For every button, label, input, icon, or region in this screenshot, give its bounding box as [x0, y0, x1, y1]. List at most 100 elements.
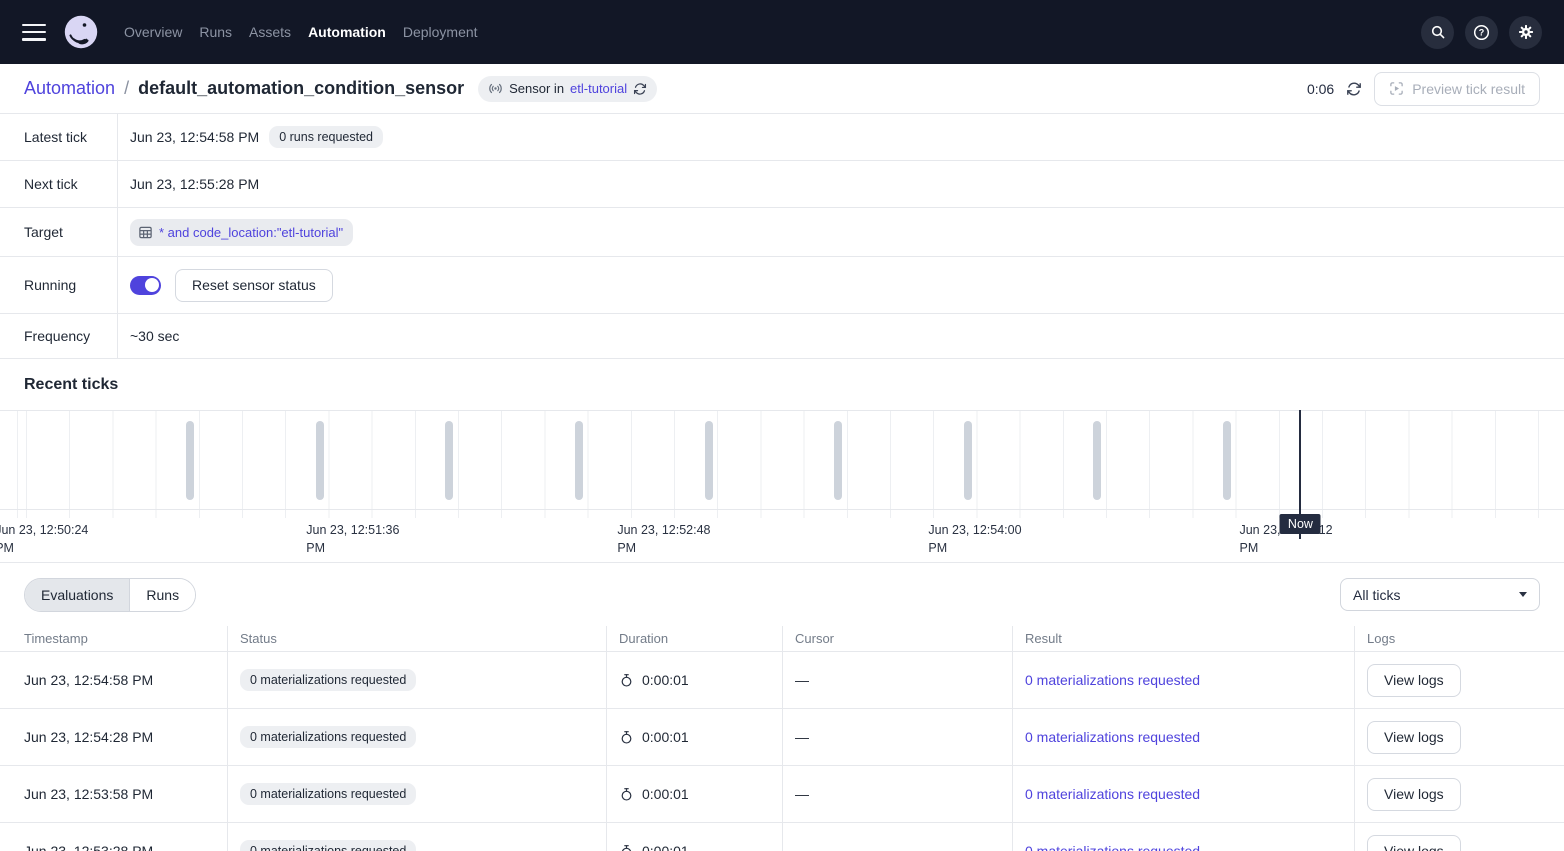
- code-location-link[interactable]: etl-tutorial: [570, 81, 627, 96]
- status-badge: 0 materializations requested: [240, 669, 416, 691]
- tick-filter-value: All ticks: [1353, 587, 1400, 603]
- breadcrumb-automation-link[interactable]: Automation: [24, 78, 115, 99]
- svg-text:?: ?: [1479, 27, 1485, 37]
- tick-bar[interactable]: [1093, 421, 1101, 500]
- tick-bar[interactable]: [445, 421, 453, 500]
- cursor-value: —: [795, 786, 809, 802]
- status-badge: 0 materializations requested: [240, 783, 416, 805]
- timeline-axis-ticks: [0, 510, 1564, 518]
- duration-value: 0:00:01: [642, 843, 689, 851]
- col-result: Result: [1013, 626, 1355, 651]
- reset-sensor-status-button[interactable]: Reset sensor status: [175, 269, 333, 302]
- latest-tick-label: Latest tick: [0, 114, 118, 160]
- asset-selection-pill[interactable]: * and code_location:"etl-tutorial": [130, 219, 353, 246]
- view-logs-button[interactable]: View logs: [1367, 778, 1461, 811]
- help-button[interactable]: ?: [1465, 16, 1498, 49]
- table-header-row: Timestamp Status Duration Cursor Result …: [0, 626, 1564, 652]
- search-button[interactable]: [1421, 16, 1454, 49]
- preview-button-label: Preview tick result: [1412, 81, 1525, 97]
- axis-label: Jun 23, 12:52:48 PM: [617, 521, 729, 557]
- target-label: Target: [0, 208, 118, 256]
- top-nav: Overview Runs Assets Automation Deployme…: [0, 0, 1564, 64]
- result-link[interactable]: 0 materializations requested: [1025, 729, 1200, 745]
- cell-timestamp: Jun 23, 12:53:58 PM: [0, 766, 228, 822]
- primary-nav: Overview Runs Assets Automation Deployme…: [124, 0, 478, 64]
- nav-assets[interactable]: Assets: [249, 0, 291, 64]
- col-cursor: Cursor: [783, 626, 1013, 651]
- target-row: Target * and code_location:"etl-tutorial…: [0, 208, 1564, 257]
- cursor-value: —: [795, 729, 809, 745]
- results-toolbar: Evaluations Runs All ticks: [0, 563, 1564, 626]
- frequency-label: Frequency: [0, 314, 118, 358]
- next-tick-row: Next tick Jun 23, 12:55:28 PM: [0, 161, 1564, 208]
- breadcrumb-separator: /: [124, 78, 129, 99]
- tab-runs[interactable]: Runs: [129, 579, 195, 611]
- breadcrumb-bar: Automation / default_automation_conditio…: [0, 64, 1564, 113]
- refresh-icon[interactable]: [633, 82, 647, 96]
- view-logs-button[interactable]: View logs: [1367, 835, 1461, 851]
- frequency-value: ~30 sec: [130, 328, 179, 344]
- dagster-logo[interactable]: [64, 15, 98, 49]
- refresh-icon[interactable]: [1346, 81, 1362, 97]
- col-duration: Duration: [607, 626, 783, 651]
- duration-value: 0:00:01: [642, 672, 689, 688]
- cursor-value: —: [795, 672, 809, 688]
- col-logs: Logs: [1355, 626, 1564, 651]
- gear-icon: [1518, 24, 1534, 40]
- nav-overview[interactable]: Overview: [124, 0, 182, 64]
- table-row: Jun 23, 12:54:58 PM 0 materializations r…: [0, 652, 1564, 709]
- timeline-plot-area: [0, 410, 1564, 510]
- cell-timestamp: Jun 23, 12:53:28 PM: [0, 823, 228, 851]
- now-badge: Now: [1280, 514, 1321, 534]
- result-link[interactable]: 0 materializations requested: [1025, 786, 1200, 802]
- stopwatch-icon: [619, 730, 634, 745]
- search-icon: [1430, 24, 1446, 40]
- cursor-value: —: [795, 843, 809, 851]
- status-badge: 0 materializations requested: [240, 726, 416, 748]
- settings-button[interactable]: [1509, 16, 1542, 49]
- tab-evaluations[interactable]: Evaluations: [25, 579, 129, 611]
- running-row: Running Reset sensor status: [0, 257, 1564, 314]
- latest-tick-row: Latest tick Jun 23, 12:54:58 PM 0 runs r…: [0, 114, 1564, 161]
- tick-bar[interactable]: [1223, 421, 1231, 500]
- runs-requested-badge: 0 runs requested: [269, 126, 383, 148]
- recent-ticks-heading: Recent ticks: [0, 359, 1564, 410]
- tick-bar[interactable]: [316, 421, 324, 500]
- next-tick-value: Jun 23, 12:55:28 PM: [130, 176, 259, 192]
- table-row: Jun 23, 12:53:28 PM 0 materializations r…: [0, 823, 1564, 851]
- stopwatch-icon: [619, 787, 634, 802]
- view-logs-button[interactable]: View logs: [1367, 721, 1461, 754]
- tick-bar[interactable]: [575, 421, 583, 500]
- cell-timestamp: Jun 23, 12:54:28 PM: [0, 709, 228, 765]
- evaluations-runs-segmented-control: Evaluations Runs: [24, 578, 196, 612]
- help-icon: ?: [1473, 24, 1490, 41]
- result-link[interactable]: 0 materializations requested: [1025, 672, 1200, 688]
- nav-deployment[interactable]: Deployment: [403, 0, 478, 64]
- tick-bar[interactable]: [186, 421, 194, 500]
- table-row: Jun 23, 12:54:28 PM 0 materializations r…: [0, 709, 1564, 766]
- asset-selection-icon: [138, 225, 153, 240]
- nav-automation[interactable]: Automation: [308, 0, 386, 64]
- status-badge: 0 materializations requested: [240, 840, 416, 851]
- tick-timeline: Jun 23, 12:50:24 PMJun 23, 12:51:36 PMJu…: [0, 410, 1564, 563]
- view-logs-button[interactable]: View logs: [1367, 664, 1461, 697]
- menu-icon[interactable]: [22, 24, 46, 41]
- asset-selection-query: * and code_location:"etl-tutorial": [159, 225, 343, 240]
- tick-filter-dropdown[interactable]: All ticks: [1340, 578, 1540, 611]
- result-link[interactable]: 0 materializations requested: [1025, 843, 1200, 851]
- sensor-icon: [488, 81, 503, 96]
- chevron-down-icon: [1519, 592, 1527, 597]
- next-tick-label: Next tick: [0, 161, 118, 207]
- tick-bar[interactable]: [964, 421, 972, 500]
- preview-tick-result-button[interactable]: Preview tick result: [1374, 72, 1540, 106]
- running-toggle[interactable]: [130, 276, 161, 295]
- sensor-location-badge: Sensor in etl-tutorial: [478, 76, 657, 102]
- stopwatch-icon: [619, 673, 634, 688]
- nav-runs[interactable]: Runs: [199, 0, 232, 64]
- duration-value: 0:00:01: [642, 786, 689, 802]
- axis-label: Jun 23, 12:54:00 PM: [928, 521, 1040, 557]
- duration-value: 0:00:01: [642, 729, 689, 745]
- tick-bar[interactable]: [705, 421, 713, 500]
- stopwatch-icon: [619, 844, 634, 851]
- tick-bar[interactable]: [834, 421, 842, 500]
